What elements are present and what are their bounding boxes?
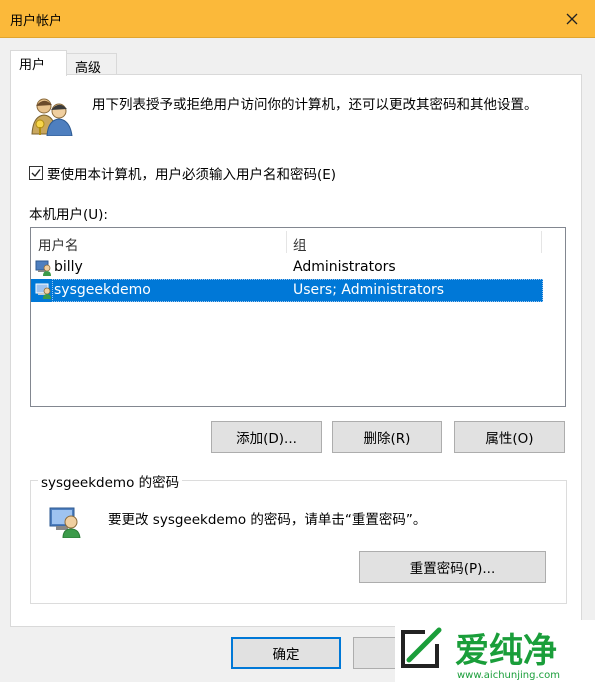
- watermark-url: www.aichunjing.com: [457, 670, 560, 681]
- window-title: 用户帐户: [10, 14, 63, 29]
- properties-button[interactable]: 属性(O): [454, 421, 565, 453]
- add-user-button[interactable]: 添加(D)...: [211, 421, 322, 453]
- remove-user-button[interactable]: 删除(R): [332, 421, 442, 453]
- list-item-selected[interactable]: sysgeekdemo Users; Administrators: [31, 279, 543, 302]
- users-list[interactable]: 用户名 组 billy Administrators sysgeekdemo U…: [30, 227, 566, 407]
- title-bar: 用户帐户: [0, 0, 595, 38]
- user-name: billy: [54, 259, 83, 275]
- password-group-title: sysgeekdemo 的密码: [38, 471, 183, 491]
- user-name: sysgeekdemo: [54, 282, 151, 298]
- tab-users-label: 用户: [19, 58, 46, 73]
- watermark-brand: 爱纯净: [455, 631, 557, 671]
- reset-password-button[interactable]: 重置密码(P)...: [359, 551, 546, 583]
- close-button[interactable]: [549, 0, 595, 38]
- list-item[interactable]: billy Administrators: [31, 256, 565, 279]
- require-login-label: 要使用本计算机，用户必须输入用户名和密码(E): [47, 167, 337, 183]
- close-icon: [566, 13, 578, 25]
- user-icon: [35, 260, 51, 276]
- tab-advanced[interactable]: 高级: [66, 53, 117, 76]
- password-group: [30, 480, 567, 604]
- password-instructions: 要更改 sysgeekdemo 的密码，请单击“重置密码”。: [108, 512, 427, 528]
- require-login-checkbox[interactable]: [29, 166, 43, 180]
- column-header-group[interactable]: 组: [286, 228, 541, 255]
- local-users-label: 本机用户(U):: [29, 207, 108, 223]
- intro-text: 用下列表授予或拒绝用户访问你的计算机，还可以更改其密码和其他设置。: [92, 97, 538, 113]
- user-icon: [35, 283, 51, 299]
- user-group: Users; Administrators: [293, 282, 445, 298]
- list-header: 用户名 组: [31, 228, 565, 255]
- ok-button[interactable]: 确定: [231, 637, 341, 669]
- require-login-row[interactable]: 要使用本计算机，用户必须输入用户名和密码(E): [29, 163, 336, 183]
- watermark: 爱纯净 www.aichunjing.com: [395, 620, 595, 682]
- watermark-logo-icon: [401, 627, 442, 668]
- user-group: Administrators: [293, 259, 396, 275]
- tab-users[interactable]: 用户: [10, 50, 67, 76]
- column-header-username[interactable]: 用户名: [31, 228, 286, 255]
- users-icon: [30, 96, 74, 137]
- checkmark-icon: [31, 169, 41, 178]
- column-divider[interactable]: [541, 231, 542, 253]
- password-user-icon: [48, 504, 82, 539]
